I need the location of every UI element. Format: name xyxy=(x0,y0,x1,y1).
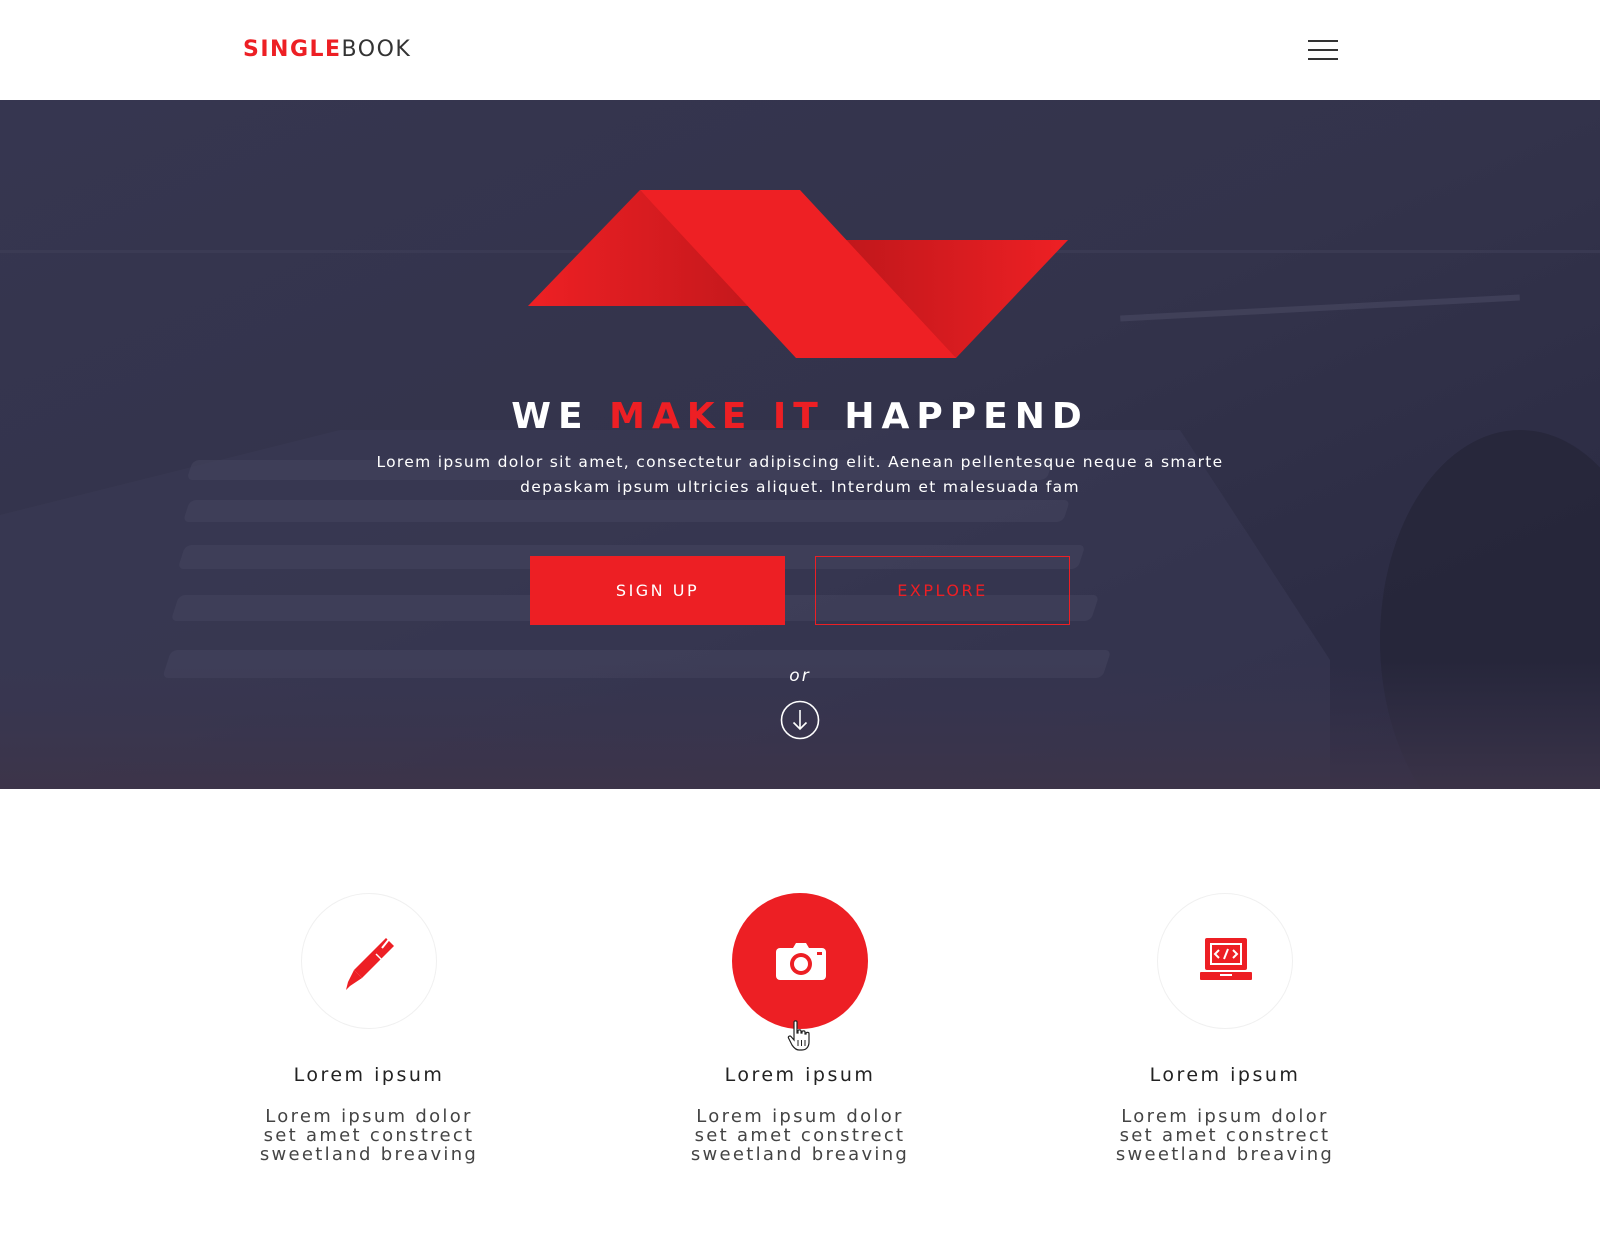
feature-icon-circle[interactable] xyxy=(301,893,437,1029)
feature-desc-line: set amet constrect xyxy=(1119,1125,1331,1146)
hero-title-part2: HAPPEND xyxy=(844,396,1089,437)
feature-desc-line: set amet constrect xyxy=(263,1125,475,1146)
arrow-down-circle-icon[interactable] xyxy=(780,700,820,740)
sign-up-button[interactable]: SIGN UP xyxy=(530,556,785,625)
feature-card: Lorem ipsum Lorem ipsum dolor set amet c… xyxy=(1075,893,1375,1193)
hand-cursor-icon xyxy=(787,1020,810,1051)
or-separator-text: or xyxy=(789,666,811,686)
feature-title: Lorem ipsum xyxy=(293,1064,445,1086)
feature-icon-circle[interactable] xyxy=(732,893,868,1029)
feature-card: Lorem ipsum Lorem ipsum dolor set amet c… xyxy=(219,893,519,1193)
menu-line xyxy=(1308,49,1338,51)
hero-subtitle: Lorem ipsum dolor sit amet, consectetur … xyxy=(376,453,1224,496)
feature-description: Lorem ipsum dolor set amet constrect swe… xyxy=(650,1107,950,1164)
feature-desc-line: sweetland breaving xyxy=(1115,1144,1335,1165)
hero-title-part1: WE xyxy=(511,396,590,437)
explore-button[interactable]: EXPLORE xyxy=(815,556,1070,625)
feature-icon-circle[interactable] xyxy=(1157,893,1293,1029)
feature-description: Lorem ipsum dolor set amet constrect swe… xyxy=(1075,1107,1375,1164)
feature-title: Lorem ipsum xyxy=(724,1064,876,1086)
ribbon-logo-graphic xyxy=(528,190,1068,358)
feature-desc-line: sweetland breaving xyxy=(690,1144,910,1165)
feature-desc-line: sweetland breaving xyxy=(259,1144,479,1165)
feature-title: Lorem ipsum xyxy=(1149,1064,1301,1086)
menu-line xyxy=(1308,58,1338,60)
feature-description: Lorem ipsum dolor set amet constrect swe… xyxy=(219,1107,519,1164)
hero-title: WE MAKE IT HAPPEND xyxy=(0,396,1600,437)
feature-desc-line: Lorem ipsum dolor xyxy=(1121,1106,1329,1127)
logo-part-single: SINGLE xyxy=(243,37,342,62)
logo-part-book: BOOK xyxy=(341,37,412,62)
hero-section: WE MAKE IT HAPPEND Lorem ipsum dolor sit… xyxy=(0,100,1600,789)
menu-line xyxy=(1308,40,1338,42)
camera-icon xyxy=(776,943,826,980)
hero-title-accent: MAKE IT xyxy=(609,396,825,437)
logo[interactable]: SINGLEBOOK xyxy=(243,36,411,64)
hamburger-menu-icon[interactable] xyxy=(1308,38,1338,62)
feature-desc-line: set amet constrect xyxy=(694,1125,906,1146)
site-header: SINGLEBOOK xyxy=(0,0,1600,100)
laptop-code-icon xyxy=(1200,938,1252,980)
feature-desc-line: Lorem ipsum dolor xyxy=(265,1106,473,1127)
pen-icon xyxy=(346,937,394,990)
feature-desc-line: Lorem ipsum dolor xyxy=(696,1106,904,1127)
